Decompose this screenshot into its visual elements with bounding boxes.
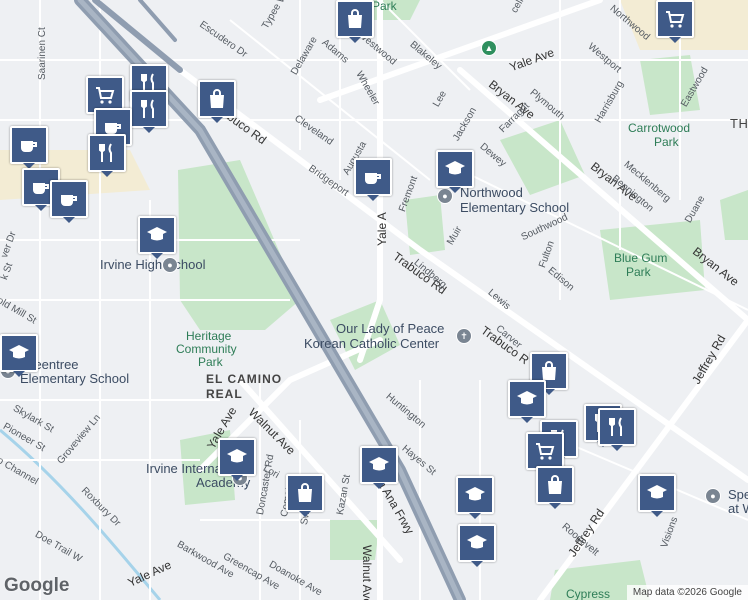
bluegum-label-1: Blue Gum: [614, 251, 668, 265]
school-place-dot-icon[interactable]: ●: [162, 257, 178, 273]
cypress-label: Cypress: [566, 587, 611, 600]
spec-label-2: at W: [728, 501, 748, 516]
restaurant-icon: [609, 417, 622, 436]
cafe-pin[interactable]: [354, 158, 392, 201]
restaurant-icon: [99, 143, 112, 162]
restaurant-pin[interactable]: [598, 408, 636, 451]
map-canvas[interactable]: Irvine High School Heritage Community Pa…: [0, 0, 748, 600]
school-icon: [227, 449, 247, 463]
grocery-cart-icon: [536, 443, 555, 460]
spec-label-1: Spe: [728, 487, 748, 502]
church-place-dot-icon[interactable]: ✝: [456, 328, 472, 344]
shopping-bag-pin[interactable]: [286, 474, 324, 517]
street-saarinen: Saarinen Ct: [37, 27, 48, 80]
restaurant-icon: [141, 99, 154, 118]
el-camino-label-2: REAL: [206, 387, 243, 401]
greentree-label-2: Elementary School: [20, 371, 130, 386]
grocery-cart-icon: [666, 11, 685, 28]
northwood-label-2: Elementary School: [460, 200, 570, 215]
olp-label-1: Our Lady of Peace: [336, 321, 445, 336]
bluegum-label-2: Park: [626, 265, 651, 279]
shopping-bag-icon: [348, 9, 362, 28]
school-pin[interactable]: [218, 438, 256, 481]
el-camino-label-1: EL CAMINO: [206, 372, 283, 386]
th-label: TH: [730, 116, 748, 131]
walnut-ave-label-2: Walnut Ave: [360, 545, 374, 600]
map-attribution[interactable]: Map data ©2026 Google: [626, 585, 748, 600]
shopping-bag-pin[interactable]: [336, 0, 374, 43]
school-pin[interactable]: [508, 380, 546, 423]
irvine-high-school-label: Irvine High School: [100, 257, 206, 272]
olp-label-2: Korean Catholic Center: [304, 336, 440, 351]
google-logo: Google: [4, 575, 70, 596]
grocery-pin[interactable]: [526, 432, 564, 475]
place-dot-icon[interactable]: ●: [705, 488, 721, 504]
heritage-park-label-2: Community: [176, 342, 237, 356]
school-icon: [467, 535, 487, 549]
school-pin[interactable]: [456, 476, 494, 519]
cafe-icon: [61, 195, 77, 206]
shopping-bag-icon: [210, 89, 224, 108]
school-icon: [465, 487, 485, 501]
restaurant-pin[interactable]: [130, 90, 168, 133]
grocery-cart-icon: [96, 87, 115, 104]
school-pin[interactable]: [436, 150, 474, 193]
heritage-park-label-3: Park: [198, 355, 223, 369]
yale-ave-label-vertical: Yale A: [375, 212, 389, 246]
grocery-pin[interactable]: [656, 0, 694, 43]
school-pin[interactable]: [0, 334, 38, 377]
cafe-pin[interactable]: [50, 180, 88, 223]
cafe-icon: [21, 141, 37, 152]
carrotwood-label-2: Park: [654, 135, 679, 149]
park-tree-icon[interactable]: ▲: [481, 40, 497, 56]
shopping-bag-pin[interactable]: [198, 80, 236, 123]
heritage-park-label-1: Heritage: [186, 329, 232, 343]
cafe-icon: [365, 173, 381, 184]
school-icon: [517, 391, 537, 405]
school-icon: [9, 345, 29, 359]
restaurant-pin[interactable]: [88, 134, 126, 177]
school-icon: [147, 227, 167, 241]
shopping-bag-icon: [548, 475, 562, 494]
carrotwood-label-1: Carrotwood: [628, 121, 691, 135]
school-pin[interactable]: [638, 474, 676, 517]
school-icon: [647, 485, 667, 499]
school-pin[interactable]: [360, 446, 398, 489]
school-pin[interactable]: [458, 524, 496, 567]
shopping-bag-pin[interactable]: [536, 466, 574, 509]
shopping-bag-icon: [298, 483, 312, 502]
park-top-label: Park: [372, 0, 397, 13]
school-icon: [445, 161, 465, 175]
school-icon: [369, 457, 389, 471]
cafe-pin[interactable]: [10, 126, 48, 169]
school-pin[interactable]: [138, 216, 176, 259]
